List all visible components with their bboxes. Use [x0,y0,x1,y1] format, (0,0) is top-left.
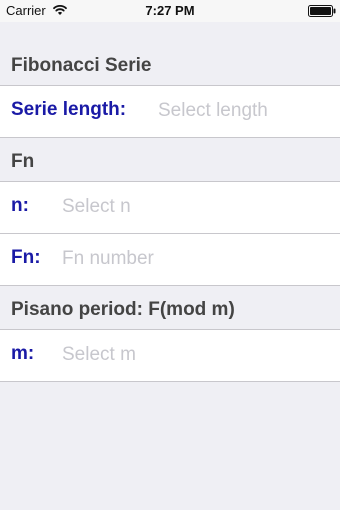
n-input[interactable] [62,193,232,221]
row-fn-number[interactable]: Fn: [0,234,340,286]
m-input[interactable] [62,341,232,369]
section-title-fibonacci: Fibonacci Serie [11,55,152,76]
section-header-pisano: Pisano period: F(mod m) [0,286,340,330]
m-label: m: [11,343,35,364]
fn-label: Fn: [11,247,41,268]
n-label: n: [11,195,29,216]
section-title-fn: Fn [11,151,35,172]
section-title-pisano: Pisano period: F(mod m) [11,299,235,320]
row-n[interactable]: n: [0,182,340,234]
serie-length-input[interactable] [158,97,328,125]
row-serie-length[interactable]: Serie length: [0,86,340,138]
status-bar: Carrier 7:27 PM [0,0,340,22]
status-time: 7:27 PM [145,3,195,18]
battery-icon [308,5,336,17]
section-header-fibonacci: Fibonacci Serie [0,22,340,86]
serie-length-label: Serie length: [11,99,127,120]
row-m[interactable]: m: [0,330,340,382]
fn-number-input[interactable] [62,245,232,273]
section-header-fn: Fn [0,138,340,182]
